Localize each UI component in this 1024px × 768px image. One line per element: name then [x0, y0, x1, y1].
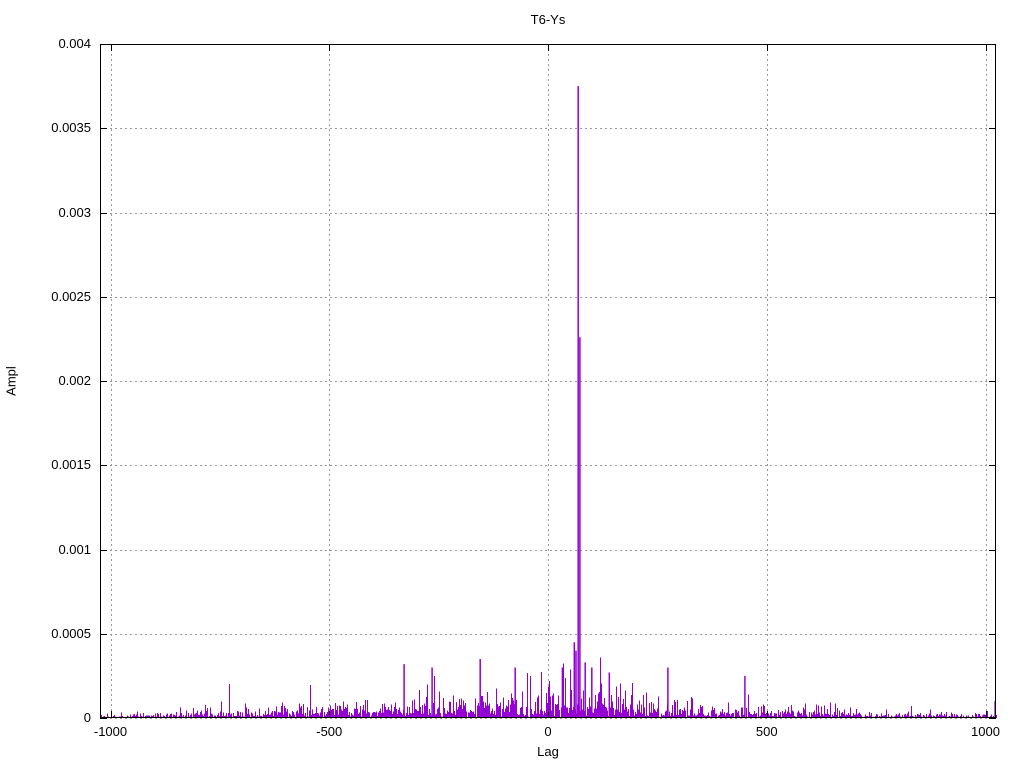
series-peak-impulses	[403, 86, 996, 718]
x-tick-label: 500	[755, 724, 778, 739]
y-tick-label: 0.0005	[51, 625, 91, 641]
chart-container: T6-Ys Ampl Lag 0 0.0005 0.001 0.0015 0.002 0.…	[0, 0, 1024, 768]
y-tick-label: 0.003	[58, 204, 91, 220]
y-tick-label: 0.004	[58, 36, 91, 51]
y-tick-label: 0.001	[58, 541, 91, 557]
plot-area	[100, 44, 997, 719]
grid-lines	[100, 44, 996, 719]
series-noise-impulses	[101, 657, 997, 718]
x-tick-label: -1000	[93, 724, 128, 739]
x-axis-label: Lag	[537, 744, 559, 759]
chart-title: T6-Ys	[530, 12, 566, 27]
x-tick-label: -500	[316, 724, 343, 739]
y-tick-label: 0.0015	[51, 457, 91, 473]
x-tick-label: 1000	[971, 724, 1000, 739]
y-tick-label: 0.0035	[51, 120, 91, 136]
y-tick-label: 0.0025	[51, 288, 91, 304]
y-tick-label: 0.002	[58, 373, 91, 388]
x-tick-label: 0	[544, 724, 552, 739]
